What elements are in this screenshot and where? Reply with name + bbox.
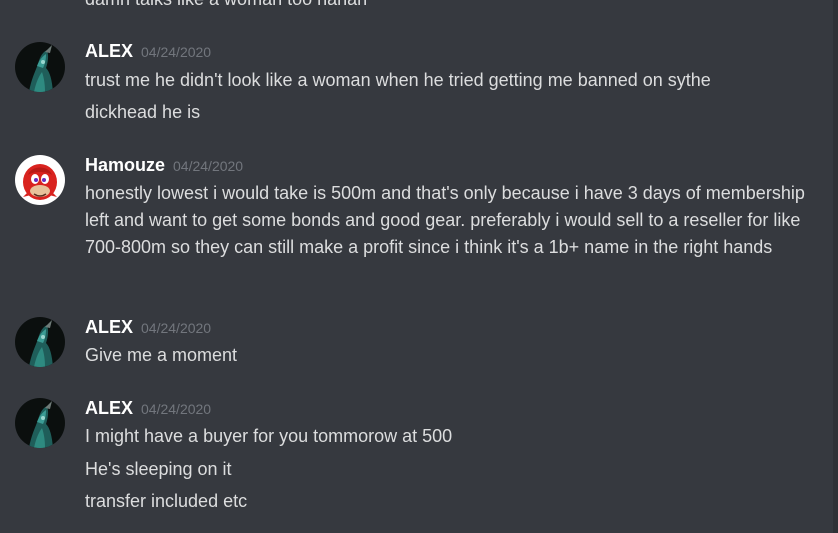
timestamp: 04/24/2020 xyxy=(141,320,212,336)
avatar[interactable] xyxy=(15,42,65,92)
chat-message-list: damn talks like a woman too hahah ALEX 04… xyxy=(0,0,833,533)
message-text: He's sleeping on it xyxy=(85,459,232,479)
message-text: dickhead he is xyxy=(85,102,201,122)
username[interactable]: ALEX xyxy=(85,41,133,61)
avatar[interactable] xyxy=(15,398,65,448)
timestamp: 04/24/2020 xyxy=(141,401,212,417)
message-text: trust me he didn't look like a woman whe… xyxy=(85,70,711,90)
message-text: honestly lowest i would take is 500m and… xyxy=(85,183,805,257)
timestamp: 04/24/2020 xyxy=(173,158,244,174)
message-header: Hamouze 04/24/2020 xyxy=(85,155,243,179)
dark-character-avatar-icon xyxy=(15,398,65,448)
message-text: I might have a buyer for you tommorow at… xyxy=(85,426,453,446)
username[interactable]: ALEX xyxy=(85,398,133,418)
username[interactable]: ALEX xyxy=(85,317,133,337)
username[interactable]: Hamouze xyxy=(85,155,165,175)
message-header: ALEX 04/24/2020 xyxy=(85,41,211,65)
avatar[interactable] xyxy=(15,317,65,367)
message-header: ALEX 04/24/2020 xyxy=(85,398,211,422)
dark-character-avatar-icon xyxy=(15,317,65,367)
message-text-partial: damn talks like a woman too hahah xyxy=(85,0,367,13)
message-text: Give me a moment xyxy=(85,345,238,365)
timestamp: 04/24/2020 xyxy=(141,44,212,60)
message-text: transfer included etc xyxy=(85,491,248,511)
red-knuckles-avatar-icon xyxy=(15,155,65,205)
message-header: ALEX 04/24/2020 xyxy=(85,317,211,341)
dark-character-avatar-icon xyxy=(15,42,65,92)
avatar[interactable] xyxy=(15,155,65,205)
scrollbar-track[interactable] xyxy=(833,0,838,533)
